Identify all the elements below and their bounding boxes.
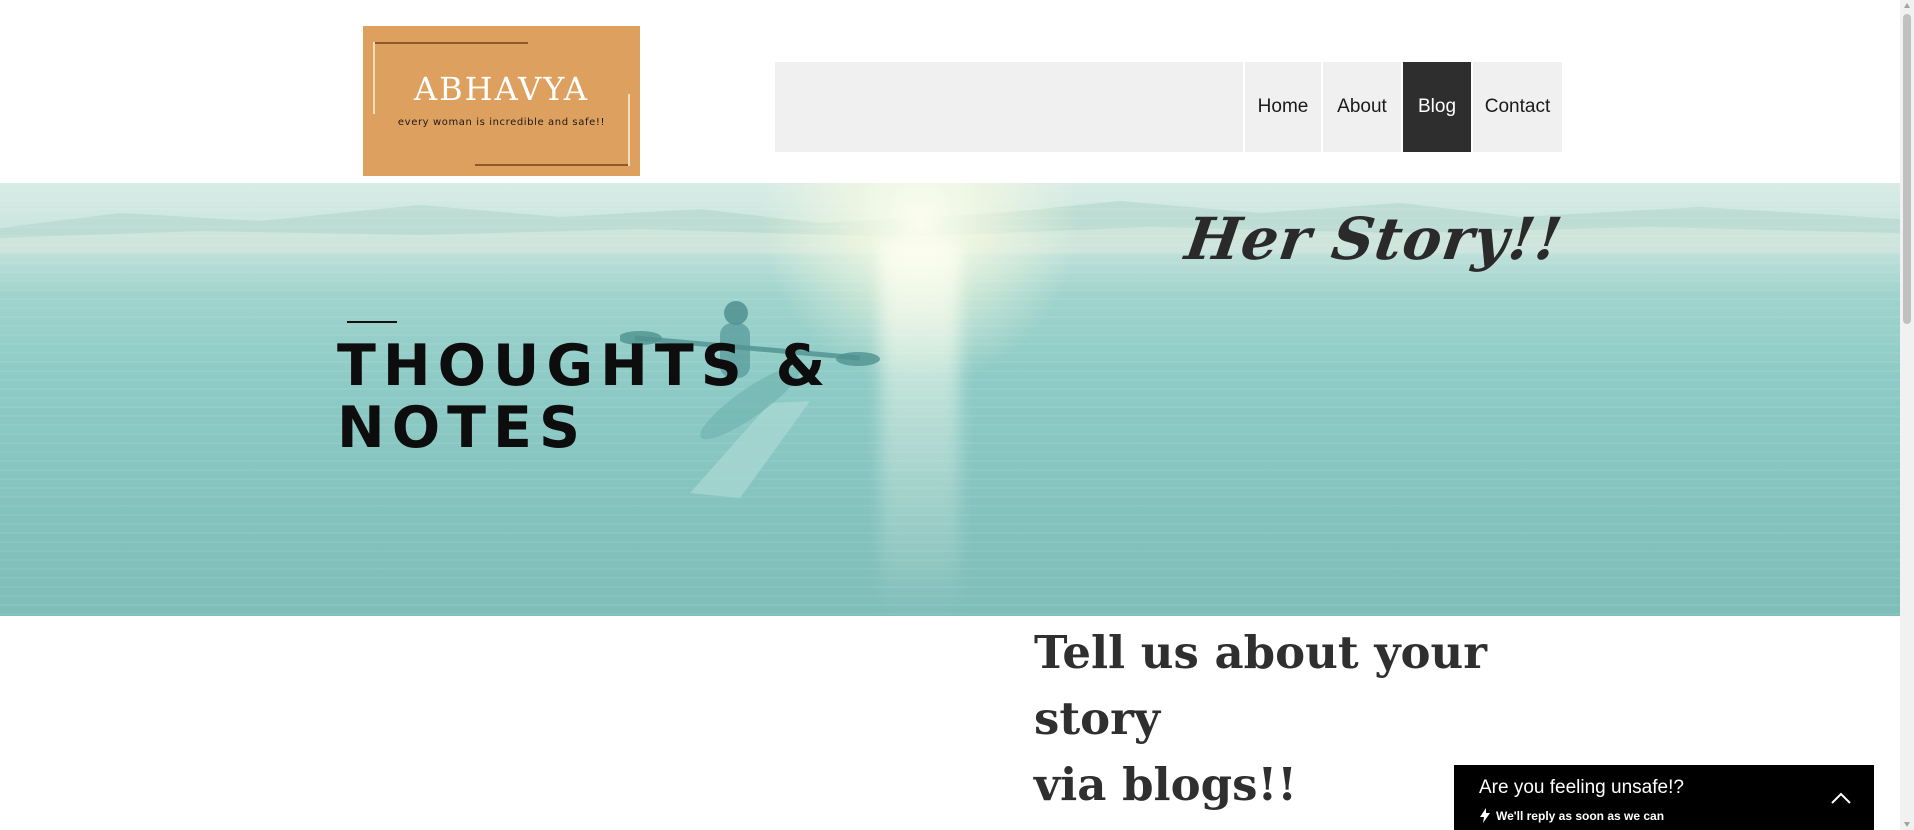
scroll-down-arrow-icon[interactable] <box>1903 820 1911 828</box>
hero-script-title: Her Story!! <box>1181 205 1567 273</box>
chat-subtitle: We'll reply as soon as we can <box>1496 808 1665 823</box>
story-heading-line: Tell us about your story <box>1034 626 1487 745</box>
page: ABHAVYA every woman is incredible and sa… <box>0 0 1914 830</box>
chat-subtitle-row: We'll reply as soon as we can <box>1479 808 1664 823</box>
hero-banner: THOUGHTS & NOTES Her Story!! <box>0 183 1900 616</box>
scrollbar-thumb[interactable] <box>1903 14 1911 324</box>
nav-item-home[interactable]: Home <box>1243 62 1321 152</box>
nav-item-about[interactable]: About <box>1321 62 1401 152</box>
chat-title: Are you feeling unsafe!? <box>1479 777 1684 798</box>
scroll-up-arrow-icon[interactable] <box>1903 2 1911 10</box>
water-ripples <box>0 183 1900 616</box>
nav-item-blog[interactable]: Blog <box>1401 62 1471 152</box>
chevron-up-icon[interactable] <box>1830 791 1852 805</box>
lightning-icon <box>1480 808 1490 823</box>
logo-tagline: every woman is incredible and safe!! <box>397 117 606 128</box>
site-logo[interactable]: ABHAVYA every woman is incredible and sa… <box>363 26 640 176</box>
hero-heading-line: NOTES <box>337 395 588 461</box>
heading-accent-line <box>347 321 397 323</box>
logo-frame-line <box>373 42 528 44</box>
nav-item-contact[interactable]: Contact <box>1471 62 1562 152</box>
chat-widget[interactable]: Are you feeling unsafe!? We'll reply as … <box>1454 765 1874 830</box>
hero-heading-line: THOUGHTS & <box>337 333 833 399</box>
logo-name: ABHAVYA <box>414 70 589 108</box>
page-scrollbar[interactable] <box>1900 0 1914 830</box>
nav-items: Home About Blog Contact <box>1243 62 1562 152</box>
hero-heading: THOUGHTS & NOTES <box>337 335 832 459</box>
logo-frame-line <box>475 164 630 166</box>
main-nav: Home About Blog Contact <box>775 62 1562 152</box>
